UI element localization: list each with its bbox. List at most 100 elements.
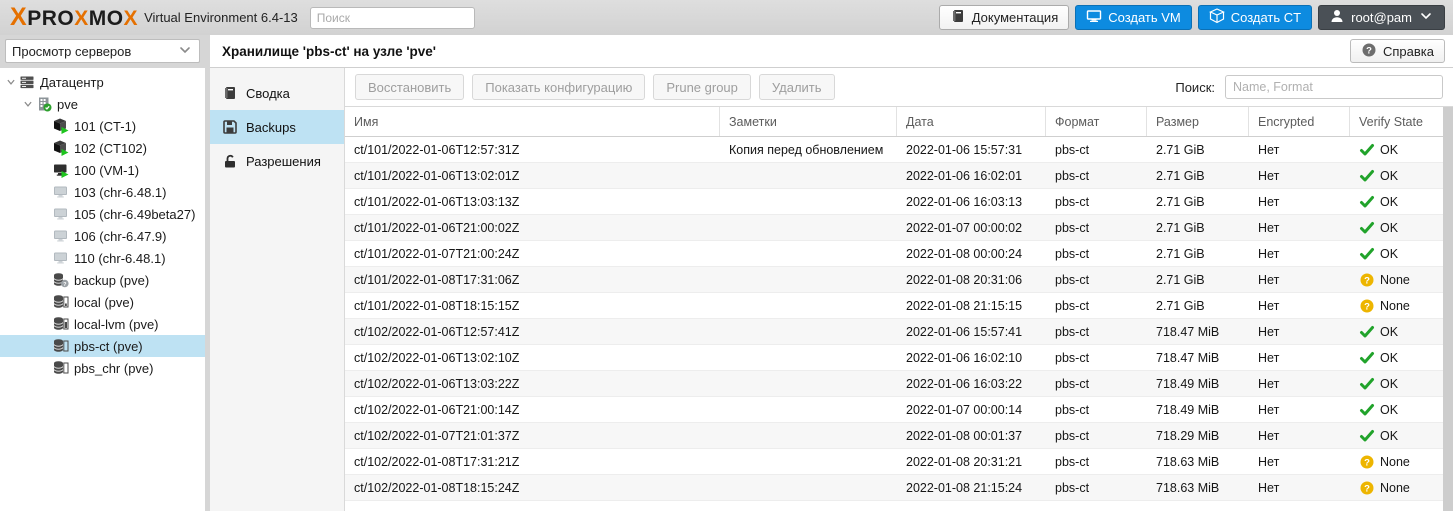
create-vm-button[interactable]: Создать VM <box>1075 5 1192 30</box>
tree-item-105-chr-6-49beta27[interactable]: 105 (chr-6.49beta27) <box>0 203 205 225</box>
cell-encrypted: Нет <box>1258 272 1280 287</box>
backup-row[interactable]: ct/101/2022-01-06T13:03:13Z 2022-01-06 16… <box>345 189 1453 215</box>
cell-format: pbs-ct <box>1055 454 1090 469</box>
tree-item-110-chr-6-48-1[interactable]: 110 (chr-6.48.1) <box>0 247 205 269</box>
filter-input[interactable] <box>1225 75 1443 99</box>
tree-item-label: backup (pve) <box>74 272 150 288</box>
tree-item-датацентр[interactable]: Датацентр <box>0 71 205 93</box>
page-title: Хранилище 'pbs-ct' на узле 'pve' <box>222 43 437 59</box>
tree-item-local-lvm-pve[interactable]: local-lvm (pve) <box>0 313 205 335</box>
tab-разрешения[interactable]: Разрешения <box>210 144 344 178</box>
tree-item-103-chr-6-48-1[interactable]: 103 (chr-6.48.1) <box>0 181 205 203</box>
tab-backups[interactable]: Backups <box>210 110 344 144</box>
create-vm-label: Создать VM <box>1108 10 1181 25</box>
tree-item-pbs-chr-pve[interactable]: pbs_chr (pve) <box>0 357 205 379</box>
cell-format: pbs-ct <box>1055 246 1090 261</box>
tab-сводка[interactable]: Сводка <box>210 76 344 110</box>
cell-encrypted: Нет <box>1258 480 1280 495</box>
cell-notes <box>720 423 897 448</box>
verify-ok-icon <box>1359 220 1375 236</box>
column-header-encrypted[interactable]: Encrypted <box>1249 107 1350 136</box>
column-header-имя[interactable]: Имя <box>345 107 720 136</box>
tab-label: Backups <box>246 119 296 135</box>
cell-verify-state: OK <box>1350 163 1453 188</box>
tree-item-106-chr-6-47-9[interactable]: 106 (chr-6.47.9) <box>0 225 205 247</box>
backup-row[interactable]: ct/102/2022-01-06T21:00:14Z 2022-01-07 00… <box>345 397 1453 423</box>
toolbar-button-удалить[interactable]: Удалить <box>758 74 835 100</box>
svg-text:?: ? <box>1366 45 1372 56</box>
help-button[interactable]: ? Справка <box>1350 39 1445 63</box>
expander-icon[interactable] <box>4 77 18 87</box>
backup-row[interactable]: ct/102/2022-01-06T12:57:41Z 2022-01-06 15… <box>345 319 1453 345</box>
toolbar-button-prune-group[interactable]: Prune group <box>653 74 751 100</box>
cell-date: 2022-01-08 20:31:21 <box>906 454 1023 469</box>
cell-format: pbs-ct <box>1055 376 1090 391</box>
storage-pbs-icon <box>52 360 70 376</box>
server-view-select[interactable]: Просмотр серверов <box>5 39 200 63</box>
storage-lvm-icon <box>52 316 70 332</box>
content-panel: Хранилище 'pbs-ct' на узле 'pve' ? Справ… <box>210 35 1453 511</box>
verify-state-label: None <box>1380 454 1410 469</box>
backup-row[interactable]: ct/102/2022-01-08T18:15:24Z 2022-01-08 21… <box>345 475 1453 501</box>
cell-size: 2.71 GiB <box>1156 220 1205 235</box>
tree-item-label: 110 (chr-6.48.1) <box>74 250 166 266</box>
toolbar-button-восстановить[interactable]: Восстановить <box>355 74 465 100</box>
backup-row[interactable]: ct/101/2022-01-08T18:15:15Z 2022-01-08 21… <box>345 293 1453 319</box>
documentation-button[interactable]: Документация <box>938 5 1070 30</box>
backup-row[interactable]: ct/101/2022-01-06T13:02:01Z 2022-01-06 16… <box>345 163 1453 189</box>
cell-name: ct/101/2022-01-06T13:03:13Z <box>354 194 520 209</box>
cell-size: 2.71 GiB <box>1156 298 1205 313</box>
verify-ok-icon <box>1359 194 1375 210</box>
backup-row[interactable]: ct/101/2022-01-06T12:57:31Z Копия перед о… <box>345 137 1453 163</box>
verify-state-label: OK <box>1380 376 1399 391</box>
vm-stopped-icon <box>52 228 70 244</box>
user-menu-button[interactable]: root@pam <box>1318 5 1445 30</box>
cell-size: 2.71 GiB <box>1156 194 1205 209</box>
cell-notes <box>720 267 897 292</box>
cell-name: ct/101/2022-01-06T13:02:01Z <box>354 168 520 183</box>
node-online-icon <box>35 96 53 112</box>
backup-row[interactable]: ct/102/2022-01-08T17:31:21Z 2022-01-08 20… <box>345 449 1453 475</box>
column-header-формат[interactable]: Формат <box>1046 107 1147 136</box>
tree-item-pbs-ct-pve[interactable]: pbs-ct (pve) <box>0 335 205 357</box>
backup-row[interactable]: ct/101/2022-01-08T17:31:06Z 2022-01-08 20… <box>345 267 1453 293</box>
cell-verify-state: OK <box>1350 215 1453 240</box>
cell-notes <box>720 293 897 318</box>
cell-name: ct/102/2022-01-07T21:01:37Z <box>354 428 520 443</box>
toolbar-button-показать-конфигурацию[interactable]: Показать конфигурацию <box>472 74 646 100</box>
backup-row[interactable]: ct/101/2022-01-07T21:00:24Z 2022-01-08 00… <box>345 241 1453 267</box>
column-header-заметки[interactable]: Заметки <box>720 107 897 136</box>
backup-row[interactable]: ct/102/2022-01-06T13:03:22Z 2022-01-06 16… <box>345 371 1453 397</box>
proxmox-logo: X PRO X MO X <box>10 3 138 32</box>
vertical-scrollbar[interactable] <box>1443 107 1453 511</box>
create-ct-button[interactable]: Создать CT <box>1197 5 1313 30</box>
tree-item-pve[interactable]: pve <box>0 93 205 115</box>
cell-name: ct/101/2022-01-06T12:57:31Z <box>354 142 520 157</box>
cell-format: pbs-ct <box>1055 220 1090 235</box>
tree-item-100-vm-1[interactable]: 100 (VM-1) <box>0 159 205 181</box>
tree-item-102-ct102[interactable]: 102 (CT102) <box>0 137 205 159</box>
cell-date: 2022-01-06 15:57:31 <box>906 142 1023 157</box>
backup-row[interactable]: ct/102/2022-01-06T13:02:10Z 2022-01-06 16… <box>345 345 1453 371</box>
backups-grid: Имя Заметки Дата Формат Размер Encrypted Verif… <box>345 106 1453 511</box>
tree-item-label: local (pve) <box>74 294 134 310</box>
backup-row[interactable]: ct/101/2022-01-06T21:00:02Z 2022-01-07 00… <box>345 215 1453 241</box>
global-search-input[interactable] <box>309 6 475 29</box>
cell-name: ct/101/2022-01-06T21:00:02Z <box>354 220 520 235</box>
cell-verify-state: OK <box>1350 345 1453 370</box>
cell-notes <box>720 215 897 240</box>
column-header-verify-state[interactable]: Verify State <box>1350 107 1453 136</box>
cell-encrypted: Нет <box>1258 402 1280 417</box>
tree-item-local-pve[interactable]: local (pve) <box>0 291 205 313</box>
backup-row[interactable]: ct/102/2022-01-07T21:01:37Z 2022-01-08 00… <box>345 423 1453 449</box>
expander-icon[interactable] <box>21 99 35 109</box>
cell-date: 2022-01-08 00:01:37 <box>906 428 1023 443</box>
column-header-размер[interactable]: Размер <box>1147 107 1249 136</box>
logo-letter: X <box>123 7 139 30</box>
cell-name: ct/102/2022-01-08T17:31:21Z <box>354 454 520 469</box>
tree-item-backup-pve[interactable]: ? backup (pve) <box>0 269 205 291</box>
verify-state-label: OK <box>1380 428 1399 443</box>
vm-running-icon <box>52 162 70 178</box>
column-header-дата[interactable]: Дата <box>897 107 1046 136</box>
tree-item-101-ct-1[interactable]: 101 (CT-1) <box>0 115 205 137</box>
